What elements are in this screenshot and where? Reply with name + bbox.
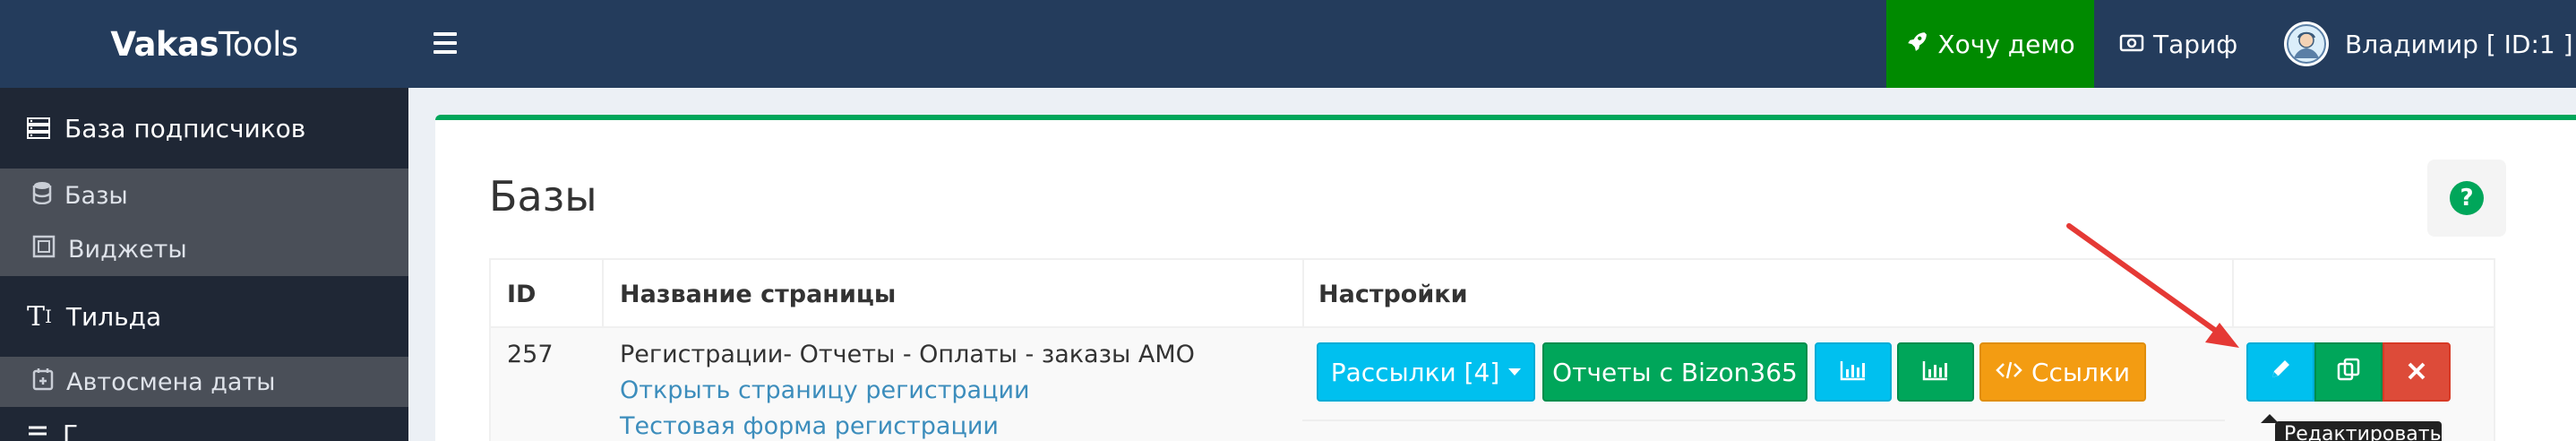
rocket-icon [1905, 30, 1928, 59]
stats-button-blue[interactable] [1815, 342, 1892, 402]
sidebar-section-label: Г [63, 419, 79, 441]
widget-icon [32, 235, 56, 264]
mailings-label: Рассылки [4] [1330, 357, 1500, 387]
user-label: Владимир [ ID:1 ] [2345, 29, 2573, 59]
edit-tooltip: Редактировать [2275, 421, 2442, 441]
app-logo[interactable]: Vakas Tools [0, 0, 408, 88]
server-icon [27, 117, 50, 139]
stats-button-green[interactable] [1897, 342, 1974, 402]
tariff-link[interactable]: Тариф [2119, 0, 2237, 88]
sidebar-item-label: Базы [64, 181, 128, 210]
question-icon: ? [2450, 181, 2484, 215]
edit-button[interactable] [2246, 342, 2314, 402]
sidebar-item-label: Автосмена даты [66, 368, 276, 396]
links-button[interactable]: Ссылки [1979, 342, 2146, 402]
text-size-icon: TI [27, 300, 52, 333]
test-form-link[interactable]: Тестовая форма регистрации [620, 412, 999, 440]
top-navbar: Vakas Tools Хочу демо Тариф Владимир [ ID… [0, 0, 2576, 88]
sidebar-item-widgets[interactable]: Виджеты [0, 222, 408, 276]
header-id: ID [507, 280, 537, 308]
bizon-reports-button[interactable]: Отчеты с Bizon365 [1542, 342, 1807, 402]
header-page-name: Название страницы [620, 280, 897, 308]
caret-down-icon [1508, 368, 1522, 376]
sidebar: База подписчиков Базы Виджеты TI Тильда … [0, 88, 408, 441]
sidebar-section-tilda[interactable]: TI Тильда [0, 276, 408, 357]
open-registration-link[interactable]: Открыть страницу регистрации [620, 376, 1030, 404]
user-menu[interactable]: Владимир [ ID:1 ] [2284, 0, 2573, 88]
copy-button[interactable] [2314, 342, 2383, 402]
money-icon [2119, 30, 2144, 59]
sidebar-item-label: Виджеты [68, 235, 187, 264]
bizon-reports-label: Отчеты с Bizon365 [1552, 357, 1798, 387]
menu-toggle-icon[interactable] [434, 32, 457, 54]
links-label: Ссылки [2031, 357, 2131, 387]
code-icon [1996, 358, 2022, 387]
header-settings: Настройки [1318, 280, 1468, 308]
logo-rest: Tools [219, 24, 298, 64]
close-icon [2407, 358, 2426, 387]
calendar-icon [32, 368, 54, 397]
row-divider [1302, 419, 2225, 421]
pencil-icon [2269, 358, 2292, 387]
demo-label: Хочу демо [1937, 29, 2075, 59]
help-button[interactable]: ? [2427, 160, 2506, 237]
list-icon [27, 424, 48, 441]
page-title: Базы [489, 172, 597, 220]
sidebar-item-bases[interactable]: Базы [0, 169, 408, 222]
demo-button[interactable]: Хочу демо [1886, 0, 2094, 88]
row-id: 257 [507, 341, 554, 368]
tariff-label: Тариф [2153, 29, 2238, 59]
bar-chart-icon [1922, 358, 1949, 387]
sidebar-section-partial[interactable]: Г [0, 407, 408, 441]
bar-chart-icon [1840, 358, 1867, 387]
database-icon [32, 181, 52, 211]
logo-bold: Vakas [110, 24, 219, 64]
avatar [2284, 22, 2329, 66]
mailings-dropdown-button[interactable]: Рассылки [4] [1317, 342, 1535, 402]
sidebar-section-label: Тильда [65, 301, 162, 332]
row-page-name: Регистрации- Отчеты - Оплаты - заказы АМ… [620, 341, 1195, 368]
delete-button[interactable] [2383, 342, 2451, 402]
sidebar-submenu: Базы Виджеты [0, 169, 408, 276]
copy-icon [2336, 357, 2361, 388]
sidebar-section-subscribers[interactable]: База подписчиков [0, 88, 408, 169]
sidebar-item-date-change[interactable]: Автосмена даты [0, 357, 408, 407]
sidebar-section-label: База подписчиков [64, 113, 306, 143]
